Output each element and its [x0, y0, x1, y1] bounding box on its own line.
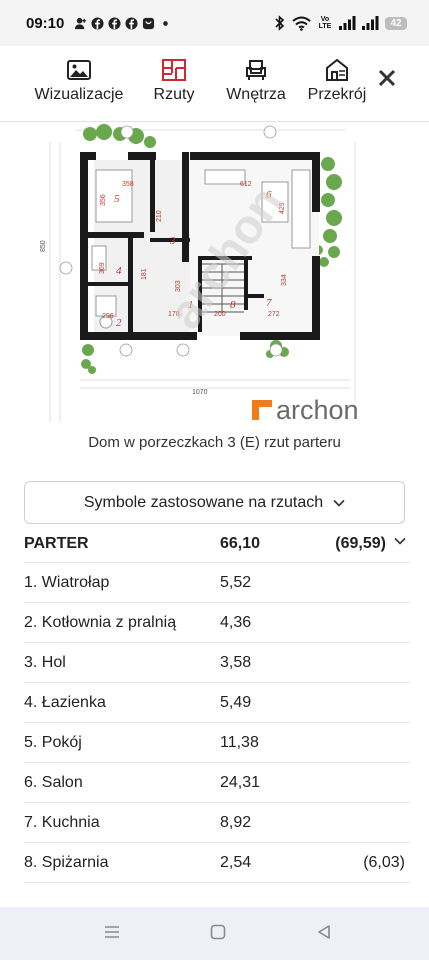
table-row: 2. Kotłownia z pralnią 4,36 — [24, 603, 410, 643]
svg-text:272: 272 — [268, 311, 280, 318]
room-extra: (6,03) — [363, 854, 405, 871]
floor-plan-image[interactable]: 358 612 356 429 334 200 272 296 178 210 … — [0, 122, 429, 430]
svg-text:356: 356 — [100, 194, 107, 206]
svg-text:7: 7 — [266, 297, 272, 309]
svg-text:8: 8 — [230, 299, 236, 311]
table-row: 3. Hol 3,58 — [24, 643, 410, 683]
room-area-table: PARTER 66,10 (69,59) 1. Wiatrołap 5,52 2… — [24, 524, 410, 883]
menu-icon[interactable] — [104, 924, 120, 940]
svg-text:850: 850 — [40, 240, 47, 252]
home-icon[interactable] — [210, 924, 226, 940]
signal-icon — [339, 16, 356, 30]
table-row: 7. Kuchnia 8,92 — [24, 803, 410, 843]
chevron-down-icon — [333, 499, 345, 507]
svg-text:3: 3 — [169, 235, 176, 247]
tab-wizualizacje[interactable]: Wizualizacje — [31, 56, 127, 104]
image-icon — [67, 60, 91, 80]
wifi-icon — [292, 16, 311, 31]
svg-text:210: 210 — [156, 210, 163, 222]
floor-name: PARTER — [24, 535, 89, 552]
svg-text:5: 5 — [114, 193, 120, 205]
room-name: 5. Pokój — [24, 734, 82, 751]
room-name: 2. Kotłownia z pralnią — [24, 614, 177, 631]
contact-icon — [75, 17, 87, 29]
network-label: Vo LTE — [318, 16, 332, 30]
room-area: 2,54 — [220, 854, 252, 871]
svg-text:1070: 1070 — [192, 389, 208, 396]
room-area: 4,36 — [220, 614, 252, 631]
chevron-down-icon[interactable] — [394, 537, 406, 545]
svg-text:296: 296 — [102, 313, 114, 320]
house-section-icon — [326, 58, 348, 81]
tab-label: Wnętrza — [226, 86, 286, 103]
tab-wnetrza[interactable]: Wnętrza — [222, 56, 290, 104]
bluetooth-icon — [275, 15, 285, 31]
tab-label: Rzuty — [153, 86, 195, 103]
facebook-icon — [125, 16, 138, 30]
view-tabs: Wizualizacje Rzuty Wnętrza Przekrój — [0, 46, 429, 122]
table-row: 4. Łazienka 5,49 — [24, 683, 410, 723]
svg-text:358: 358 — [122, 181, 134, 188]
archon-logo: archon — [252, 395, 359, 425]
status-bar: 09:10 Vo LTE 42 — [0, 0, 429, 46]
room-area: 11,38 — [220, 734, 259, 751]
close-icon — [378, 69, 396, 87]
close-button[interactable] — [373, 64, 401, 92]
table-row: 5. Pokój 11,38 — [24, 723, 410, 763]
back-icon[interactable] — [316, 924, 332, 940]
room-area: 24,31 — [220, 774, 261, 791]
floor-total-area: (69,59) — [335, 535, 386, 552]
status-time: 09:10 — [26, 14, 65, 32]
floorplan-icon — [162, 59, 186, 81]
symbols-label: Symbole zastosowane na rzutach — [83, 493, 324, 511]
table-row: 1. Wiatrołap 5,52 — [24, 563, 410, 603]
tab-przekroj[interactable]: Przekrój — [305, 56, 369, 104]
floor-plan-drawing: 358 612 356 429 334 200 272 296 178 210 … — [40, 124, 359, 425]
table-row: 8. Spiżarnia 2,54 (6,03) — [24, 843, 410, 883]
svg-text:archon: archon — [276, 395, 359, 425]
room-name: 7. Kuchnia — [24, 814, 100, 831]
plan-caption: Dom w porzeczkach 3 (E) rzut parteru — [88, 434, 341, 451]
armchair-icon — [246, 60, 266, 80]
tab-label: Przekrój — [307, 86, 367, 103]
facebook-icon — [108, 16, 121, 30]
room-name: 4. Łazienka — [24, 694, 106, 711]
svg-text:2: 2 — [116, 317, 122, 329]
room-name: 3. Hol — [24, 654, 66, 671]
table-row: 6. Salon 24,31 — [24, 763, 410, 803]
facebook-icon — [91, 16, 104, 30]
room-area: 5,52 — [220, 574, 252, 591]
room-name: 6. Salon — [24, 774, 83, 791]
floor-area: 66,10 — [220, 535, 261, 552]
svg-text:181: 181 — [141, 268, 148, 280]
tab-rzuty[interactable]: Rzuty — [150, 56, 198, 104]
room-name: 8. Spiżarnia — [24, 854, 109, 871]
system-navigation-bar — [0, 907, 429, 960]
signal-icon — [362, 16, 379, 30]
room-area: 3,58 — [220, 654, 252, 671]
room-area: 8,92 — [220, 814, 252, 831]
room-name: 1. Wiatrołap — [24, 574, 110, 591]
battery-icon: 42 — [385, 16, 407, 30]
dot-icon — [163, 20, 169, 26]
instagram-icon — [143, 17, 155, 29]
room-area: 5,49 — [220, 694, 252, 711]
svg-text:334: 334 — [281, 274, 288, 286]
symbols-dropdown-button[interactable]: Symbole zastosowane na rzutach — [24, 481, 405, 524]
table-header-row[interactable]: PARTER 66,10 (69,59) — [24, 524, 410, 563]
notification-icons — [74, 16, 172, 30]
system-icons: Vo LTE 42 — [274, 15, 407, 31]
tab-label: Wizualizacje — [34, 86, 124, 103]
svg-text:369: 369 — [99, 262, 106, 274]
svg-text:4: 4 — [116, 265, 122, 277]
